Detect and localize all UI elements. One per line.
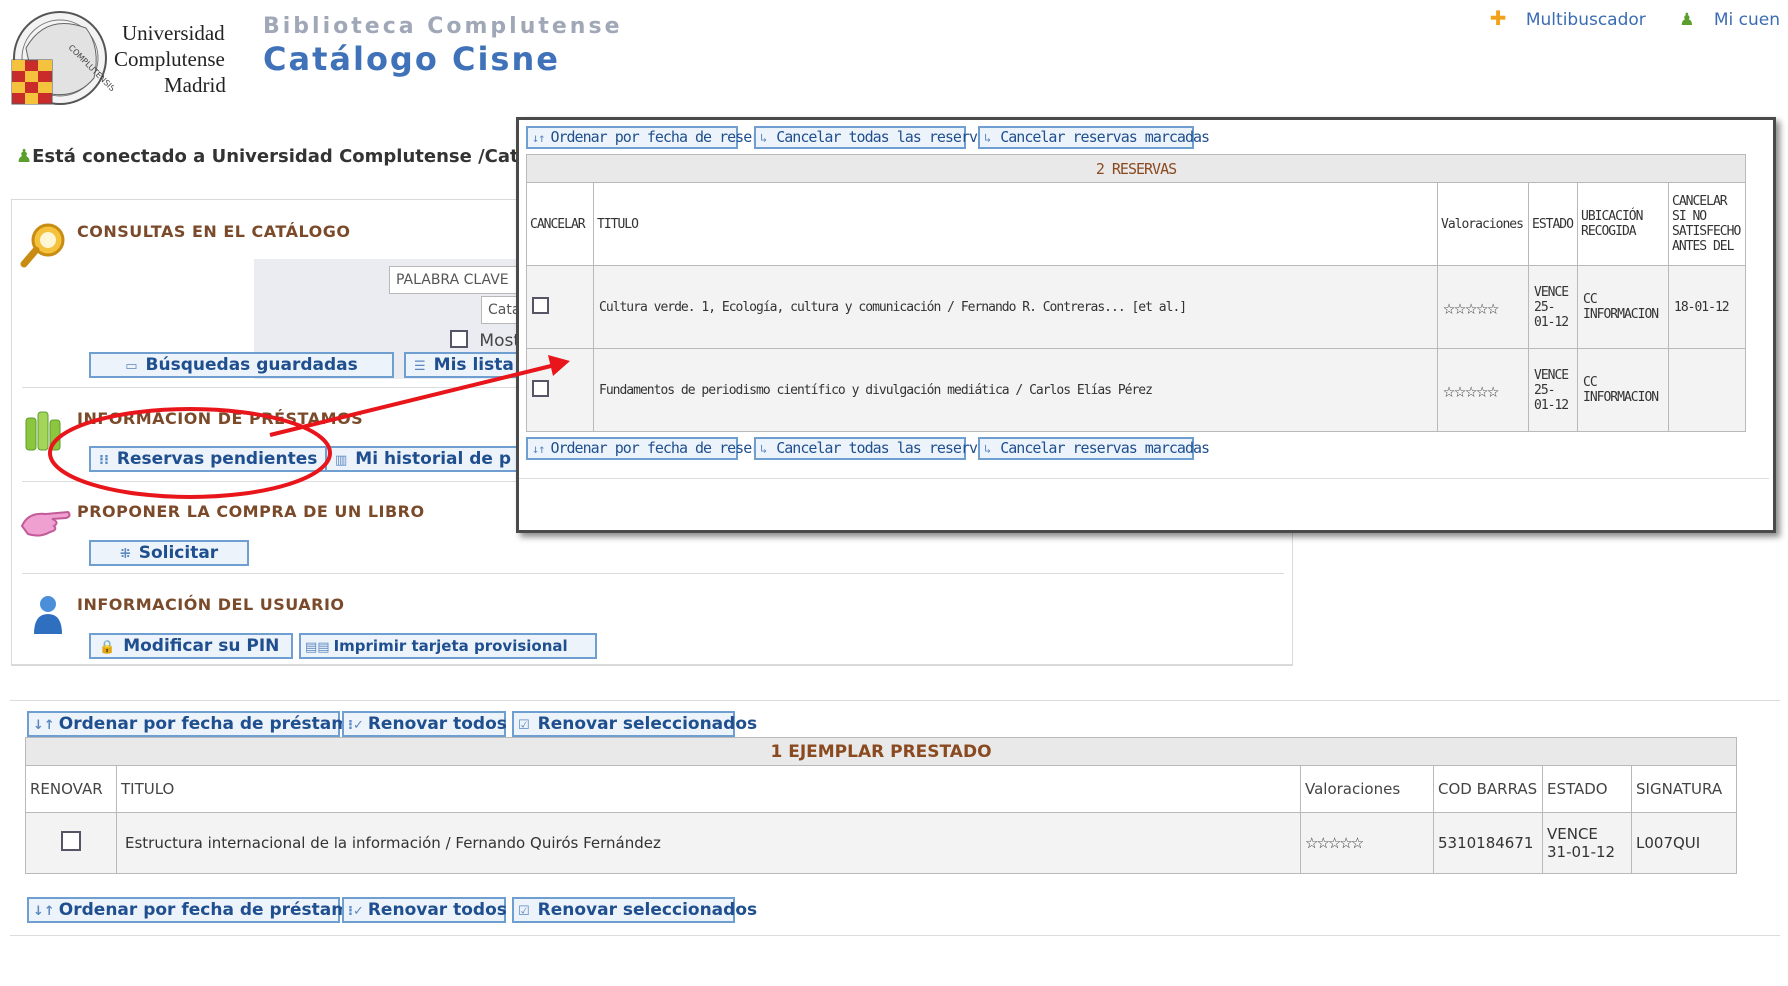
highlight-ellipse — [48, 407, 332, 499]
annotation-arrow — [269, 363, 556, 437]
annotation-overlay — [48, 355, 570, 499]
arrow-head-icon — [548, 355, 570, 376]
